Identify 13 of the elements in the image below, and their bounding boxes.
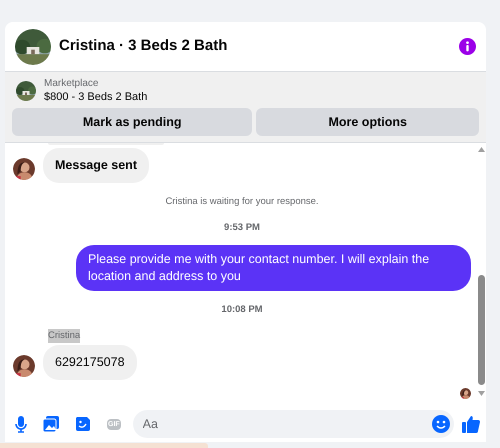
timestamp: 10:08 PM (221, 302, 263, 317)
listing-summary: $800 - 3 Beds 2 Bath (44, 90, 148, 104)
sender-name: Cristina (48, 329, 80, 344)
mark-pending-button[interactable]: Mark as pending (12, 108, 252, 136)
message-bubble: Please provide me with your contact number. I will explain the location and address to you (76, 245, 471, 291)
status-notice: Cristina is waiting for your response. (164, 194, 320, 208)
timestamp: 9:53 PM (224, 220, 260, 235)
message-bubble: Message sent (43, 148, 149, 182)
more-options-button[interactable]: More options (256, 108, 479, 136)
message-field[interactable]: Aa (132, 410, 454, 438)
listing-source: Marketplace (44, 78, 100, 90)
chat-title: Cristina · 3 Beds 2 Bath (59, 36, 228, 56)
message-bubble: 6292175078 (43, 345, 137, 380)
